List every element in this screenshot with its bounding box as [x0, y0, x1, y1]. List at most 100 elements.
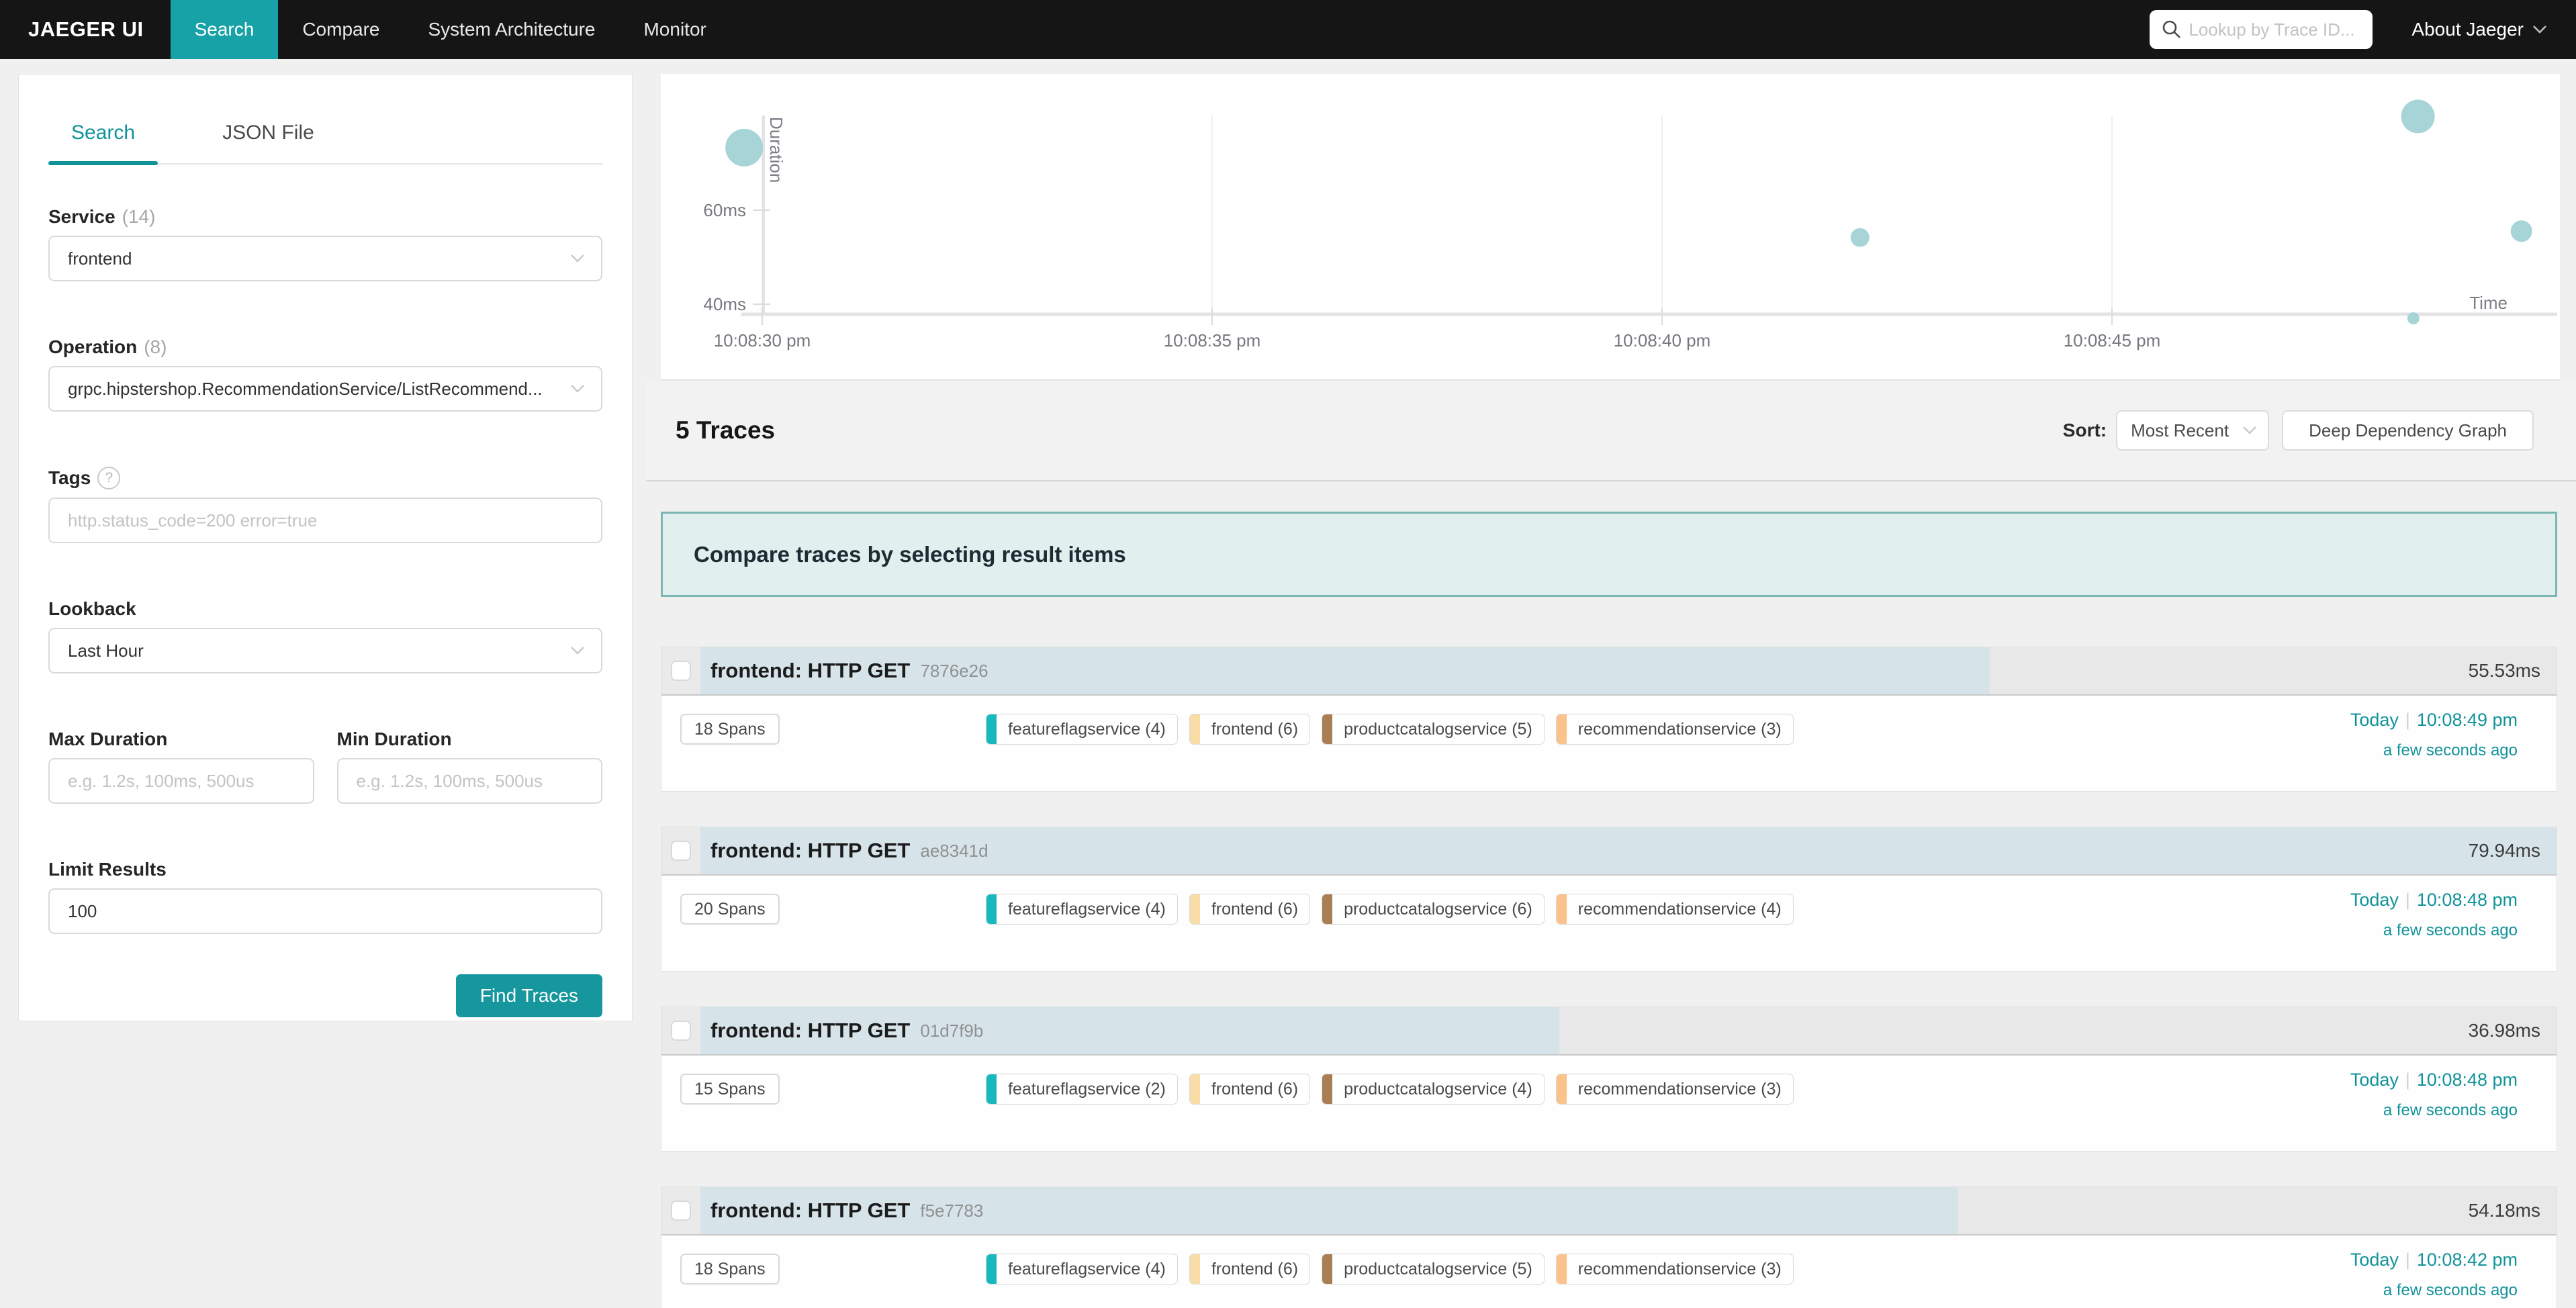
lookback-label: Lookback — [48, 598, 602, 620]
limit-results-input[interactable] — [68, 901, 585, 922]
about-jaeger-label: About Jaeger — [2411, 19, 2524, 40]
trace-header[interactable]: frontend: HTTP GET 7876e26 55.53ms — [661, 647, 2557, 696]
tags-input[interactable] — [68, 510, 585, 531]
service-color-strip — [1190, 1074, 1200, 1104]
trace-id: 01d7f9b — [920, 1021, 983, 1041]
trace-scatter-point[interactable] — [725, 129, 763, 167]
trace-service-tags: featureflagservice (2) frontend (6) produc… — [986, 1074, 1794, 1105]
scatter-plot[interactable]: 60ms40ms10:08:30 pm10:08:35 pm10:08:40 p… — [661, 74, 2560, 381]
trace-time-link[interactable]: 10:08:48 pm — [2417, 1070, 2518, 1090]
trace-date-link[interactable]: Today — [2350, 1250, 2399, 1270]
min-duration-input[interactable] — [357, 771, 586, 792]
x-tick-label: 10:08:35 pm — [1164, 330, 1261, 351]
tags-input-wrap — [48, 498, 602, 543]
deep-dependency-graph-button[interactable]: Deep Dependency Graph — [2282, 410, 2534, 451]
service-tag-label: productcatalogservice (4) — [1332, 1074, 1544, 1104]
max-duration-label: Max Duration — [48, 729, 314, 750]
service-color-strip — [1557, 1254, 1567, 1284]
trace-compare-checkbox[interactable] — [671, 661, 691, 681]
duration-scatter-chart[interactable]: 60ms40ms10:08:30 pm10:08:35 pm10:08:40 p… — [661, 74, 2560, 381]
service-tag-recommendationservice-4: recommendationservice (4) — [1556, 894, 1794, 925]
chevron-down-icon — [570, 254, 585, 264]
trace-service-tags: featureflagservice (4)frontend (6)produc… — [986, 894, 1794, 925]
operation-select[interactable]: grpc.hipstershop.RecommendationService/L… — [48, 366, 602, 412]
trace-time-link[interactable]: 10:08:48 pm — [2417, 890, 2518, 910]
chevron-down-icon — [570, 646, 585, 656]
trace-header[interactable]: frontend: HTTP GET f5e7783 54.18ms — [661, 1187, 2557, 1235]
trace-result-card[interactable]: frontend: HTTP GET 01d7f9b 36.98ms 15 Sp… — [661, 1007, 2557, 1152]
service-tag-label: frontend (6) — [1200, 1074, 1309, 1104]
trace-body: 20 Spans featureflagservice (4)frontend … — [661, 876, 2557, 971]
min-duration-label: Min Duration — [337, 729, 603, 750]
sort-select[interactable]: Most Recent — [2116, 410, 2269, 451]
trace-header[interactable]: frontend: HTTP GET 01d7f9b 36.98ms — [661, 1007, 2557, 1056]
trace-title: frontend: HTTP GET — [710, 1019, 910, 1043]
service-tag-productcatalogservice-5: productcatalogservice (5) — [1322, 714, 1545, 745]
tab-search[interactable]: Search — [48, 109, 158, 163]
nav-item-system-architecture[interactable]: System Architecture — [404, 0, 620, 59]
trace-scatter-point[interactable] — [2511, 220, 2532, 242]
trace-time-link[interactable]: 10:08:49 pm — [2417, 710, 2518, 730]
trace-date-link[interactable]: Today — [2350, 1070, 2399, 1090]
trace-duration-bar-track: frontend: HTTP GET 01d7f9b 36.98ms — [700, 1007, 2557, 1054]
about-jaeger-menu[interactable]: About Jaeger — [2411, 19, 2548, 40]
trace-scatter-point[interactable] — [2401, 99, 2435, 133]
service-tag-label: productcatalogservice (5) — [1332, 714, 1544, 744]
service-label: Service (14) — [48, 206, 602, 228]
trace-scatter-point[interactable] — [1851, 228, 1870, 247]
help-icon[interactable]: ? — [97, 467, 120, 489]
max-duration-input[interactable] — [68, 771, 297, 792]
trace-times: Today|10:08:48 pm a few seconds ago — [2350, 1070, 2518, 1120]
trace-header[interactable]: frontend: HTTP GET ae8341d 79.94ms — [661, 827, 2557, 876]
operation-label-text: Operation — [48, 336, 137, 358]
trace-compare-checkbox[interactable] — [671, 1021, 691, 1041]
app-logo[interactable]: JAEGER UI — [0, 0, 171, 59]
sidebar-tabs: Search JSON File — [48, 109, 602, 165]
service-select[interactable]: frontend — [48, 236, 602, 281]
trace-checkbox-cell — [661, 1007, 700, 1054]
trace-scatter-point[interactable] — [2407, 312, 2420, 324]
tab-json-file[interactable]: JSON File — [199, 109, 337, 163]
trace-result-card[interactable]: frontend: HTTP GET ae8341d 79.94ms 20 Sp… — [661, 827, 2557, 972]
service-tag-featureflagservice-4: featureflagservice (4) — [986, 1254, 1178, 1284]
trace-duration: 79.94ms — [2469, 827, 2540, 874]
trace-result-card[interactable]: frontend: HTTP GET f5e7783 54.18ms 18 Sp… — [661, 1186, 2557, 1308]
service-tag-featureflagservice-4: featureflagservice (4) — [986, 714, 1178, 745]
service-tag-label: featureflagservice (4) — [997, 714, 1177, 744]
trace-date-row: Today | 10:08:42 pm — [2350, 1250, 2518, 1270]
max-duration-input-wrap — [48, 758, 314, 804]
nav-item-search[interactable]: Search — [171, 0, 279, 59]
trace-lookup-input[interactable] — [2150, 10, 2373, 49]
trace-id: 7876e26 — [920, 661, 988, 682]
trace-time-link[interactable]: 10:08:42 pm — [2417, 1250, 2518, 1270]
max-duration-label-text: Max Duration — [48, 729, 167, 750]
lookback-select[interactable]: Last Hour — [48, 628, 602, 673]
trace-compare-checkbox[interactable] — [671, 1201, 691, 1221]
chevron-down-icon — [2242, 426, 2257, 436]
service-tag-label: frontend (6) — [1200, 1254, 1309, 1284]
service-tag-label: recommendationservice (4) — [1567, 894, 1793, 924]
nav-item-compare[interactable]: Compare — [278, 0, 404, 59]
trace-title-group: frontend: HTTP GET f5e7783 — [710, 1187, 983, 1234]
trace-date-link[interactable]: Today — [2350, 710, 2399, 730]
service-tag-label: frontend (6) — [1200, 894, 1309, 924]
trace-compare-checkbox[interactable] — [671, 841, 691, 861]
find-traces-button[interactable]: Find Traces — [456, 974, 602, 1017]
trace-date-link[interactable]: Today — [2350, 890, 2399, 910]
nav-menu: SearchCompareSystem ArchitectureMonitor — [171, 0, 731, 59]
trace-result-card[interactable]: frontend: HTTP GET 7876e26 55.53ms 18 Sp… — [661, 647, 2557, 792]
service-tag-label: featureflagservice (2) — [997, 1074, 1177, 1104]
nav-item-monitor[interactable]: Monitor — [619, 0, 730, 59]
date-time-separator: | — [2405, 1250, 2410, 1270]
service-color-strip — [1322, 894, 1332, 924]
compare-banner-text: Compare traces by selecting result items — [694, 542, 1126, 567]
operation-field: Operation (8) grpc.hipstershop.Recommend… — [48, 336, 602, 412]
chart-x-axis-label: Time — [2469, 293, 2508, 314]
date-time-separator: | — [2405, 1070, 2410, 1090]
limit-results-label-text: Limit Results — [48, 859, 167, 880]
trace-date-row: Today|10:08:48 pm — [2350, 890, 2518, 910]
max-duration-field: Max Duration — [48, 729, 314, 804]
service-tag-label: productcatalogservice (5) — [1332, 1254, 1544, 1284]
trace-times: Today|10:08:42 pm a few seconds ago — [2350, 1250, 2518, 1300]
trace-title: frontend: HTTP GET — [710, 839, 910, 863]
